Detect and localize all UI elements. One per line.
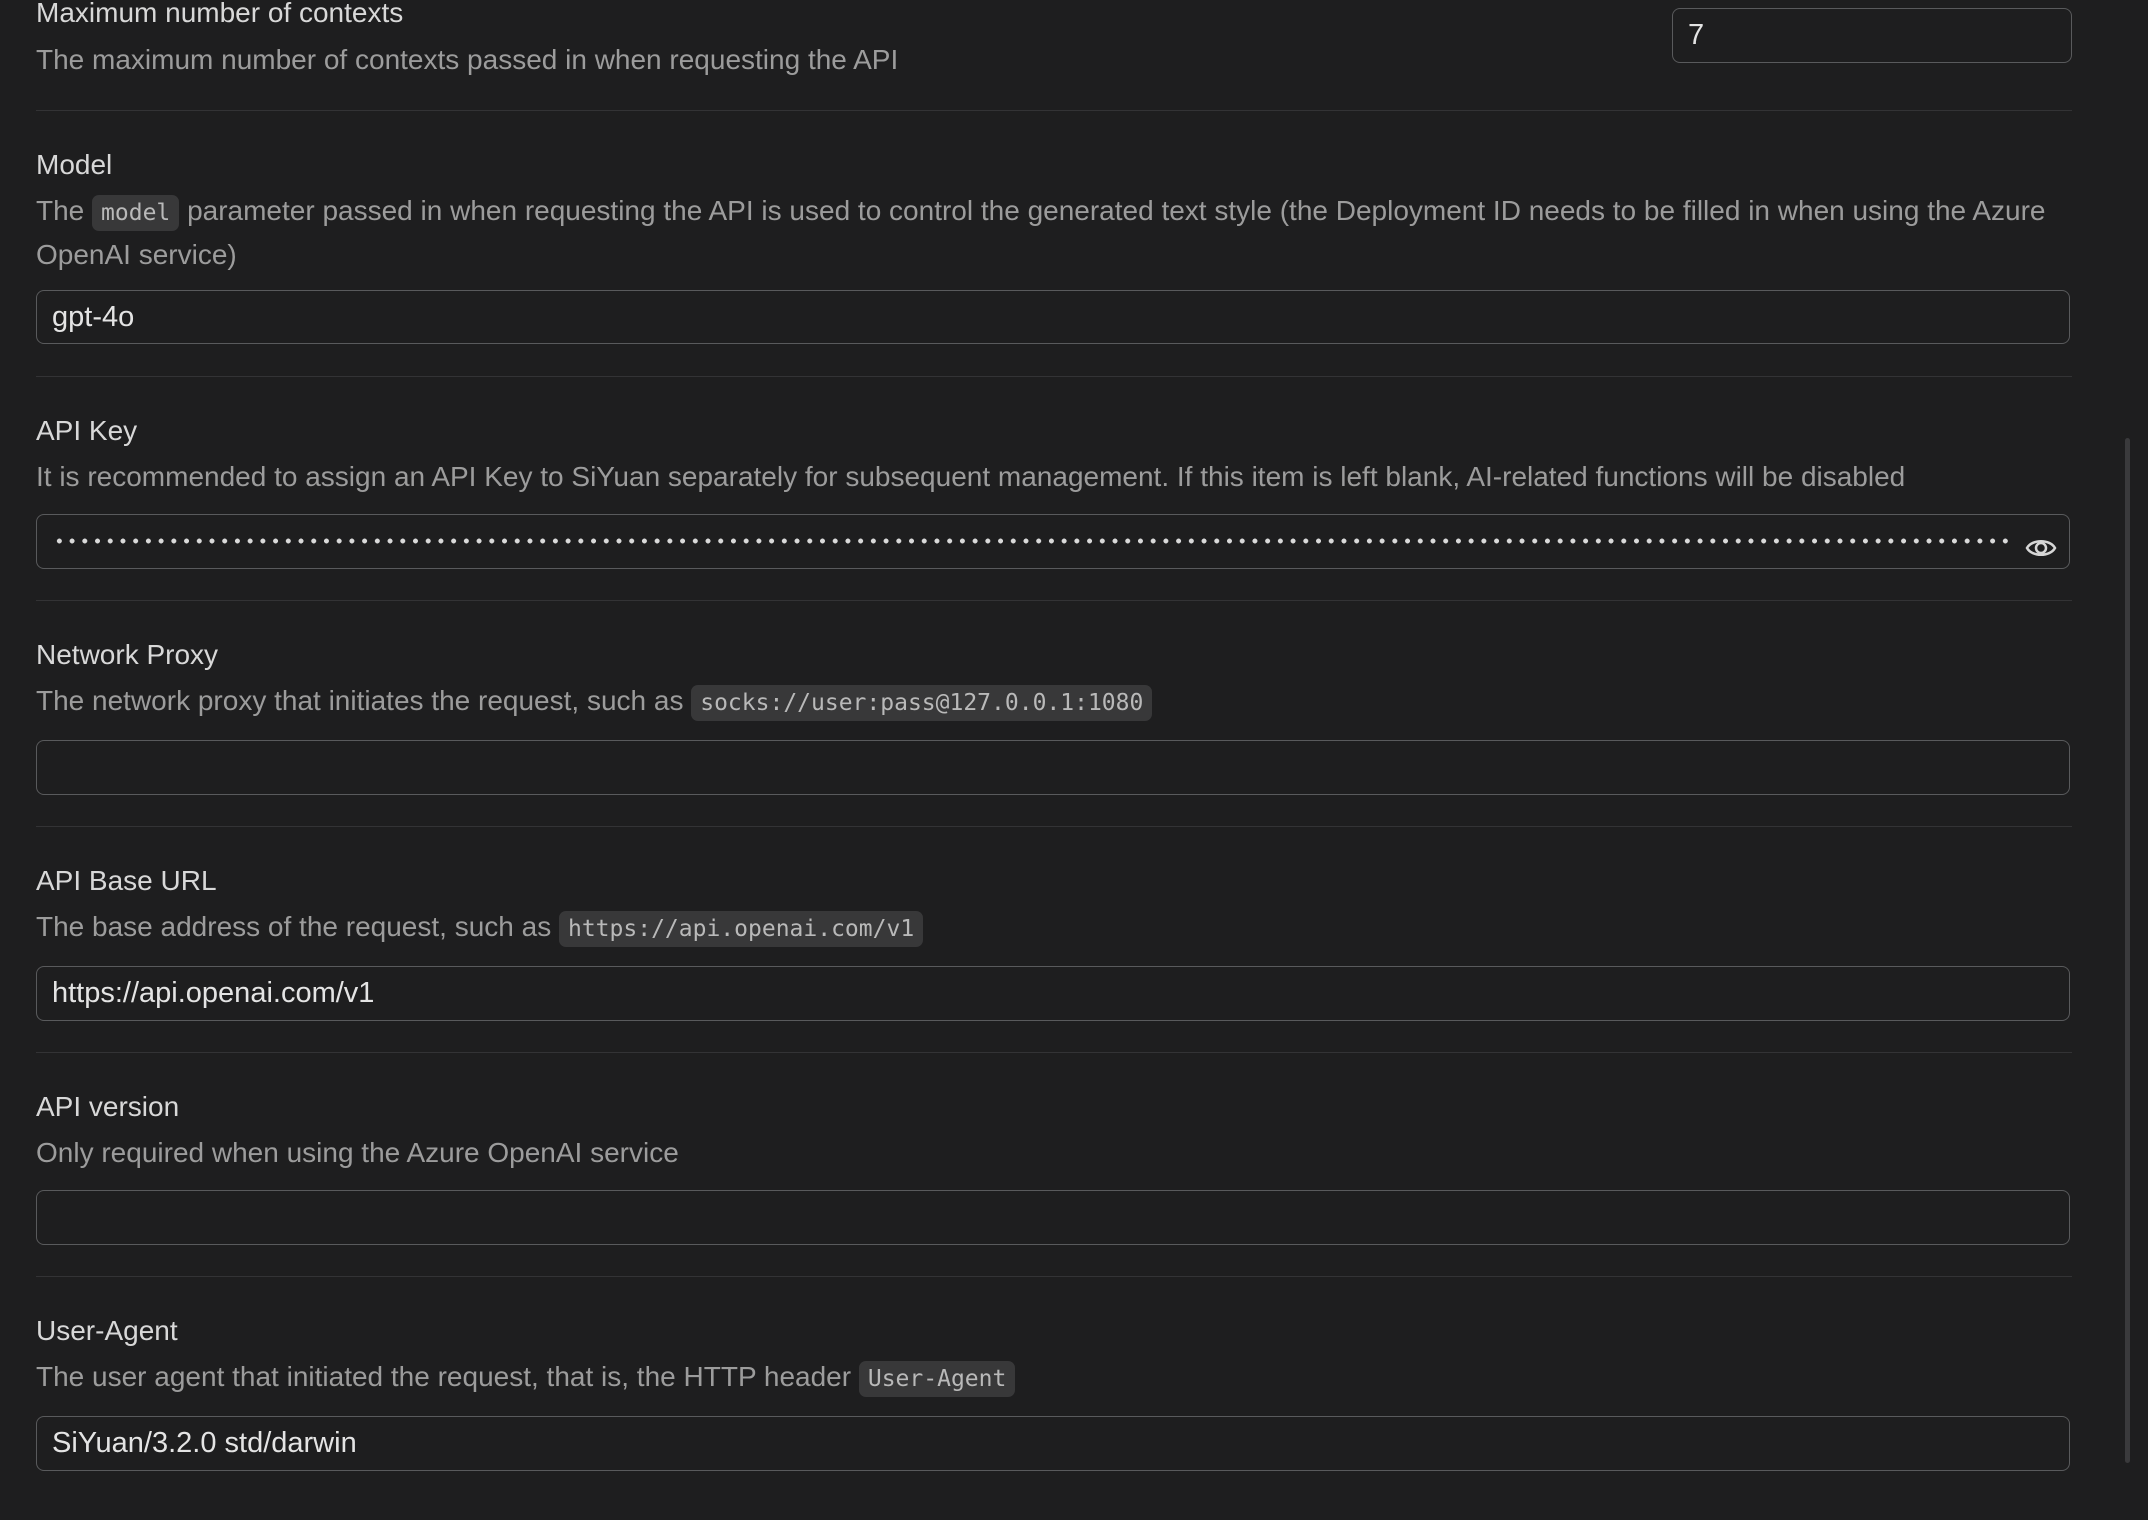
max-contexts-title: Maximum number of contexts <box>36 0 404 28</box>
divider <box>36 110 2072 111</box>
api-version-description: Only required when using the Azure OpenA… <box>36 1137 679 1168</box>
api-key-input[interactable] <box>36 514 2070 569</box>
api-base-url-description: The base address of the request, such as… <box>36 906 2072 950</box>
masked-api-key <box>53 537 2013 545</box>
api-key-title: API Key <box>36 415 138 446</box>
model-description: The model parameter passed in when reque… <box>36 190 2072 276</box>
network-proxy-setting: Network Proxy The network proxy that ini… <box>36 638 2072 826</box>
model-description-suffix: parameter passed in when requesting the … <box>36 195 2046 270</box>
eye-icon[interactable] <box>2025 527 2057 556</box>
network-proxy-input[interactable] <box>36 740 2070 795</box>
model-title: Model <box>36 149 113 180</box>
model-description-prefix: The <box>36 195 85 226</box>
user-agent-title: User-Agent <box>36 1315 178 1346</box>
user-agent-description-prefix: The user agent that initiated the reques… <box>36 1361 852 1392</box>
network-proxy-description: The network proxy that initiates the req… <box>36 680 2072 724</box>
network-proxy-title: Network Proxy <box>36 639 219 670</box>
divider <box>36 1052 2072 1053</box>
api-version-input[interactable] <box>36 1190 2070 1245</box>
api-version-title: API version <box>36 1091 180 1122</box>
scrollbar-thumb[interactable] <box>2125 438 2130 1463</box>
settings-panel: Maximum number of contexts The maximum n… <box>0 0 2148 1520</box>
api-base-url-description-prefix: The base address of the request, such as <box>36 911 552 942</box>
user-agent-input[interactable]: SiYuan/3.2.0 std/darwin <box>36 1416 2070 1471</box>
divider <box>36 826 2072 827</box>
divider <box>36 600 2072 601</box>
model-setting: Model The model parameter passed in when… <box>36 148 2072 378</box>
divider <box>36 1276 2072 1277</box>
user-agent-description: The user agent that initiated the reques… <box>36 1356 2072 1400</box>
api-version-setting: API version Only required when using the… <box>36 1090 2072 1276</box>
api-base-url-setting: API Base URL The base address of the req… <box>36 864 2072 1052</box>
network-proxy-code: socks://user:pass@127.0.0.1:1080 <box>691 685 1153 721</box>
api-base-url-input[interactable]: https://api.openai.com/v1 <box>36 966 2070 1021</box>
user-agent-setting: User-Agent The user agent that initiated… <box>36 1314 2072 1474</box>
model-code: model <box>92 195 180 231</box>
divider <box>36 376 2072 377</box>
api-key-description: It is recommended to assign an API Key t… <box>36 461 1906 492</box>
network-proxy-description-prefix: The network proxy that initiates the req… <box>36 685 684 716</box>
api-base-url-title: API Base URL <box>36 865 217 896</box>
user-agent-code: User-Agent <box>858 1361 1016 1397</box>
max-contexts-input[interactable]: 7 <box>1672 8 2072 63</box>
api-base-url-code: https://api.openai.com/v1 <box>558 911 924 947</box>
max-contexts-setting: Maximum number of contexts The maximum n… <box>36 0 2072 110</box>
model-input[interactable]: gpt-4o <box>36 290 2070 344</box>
api-key-setting: API Key It is recommended to assign an A… <box>36 414 2072 600</box>
